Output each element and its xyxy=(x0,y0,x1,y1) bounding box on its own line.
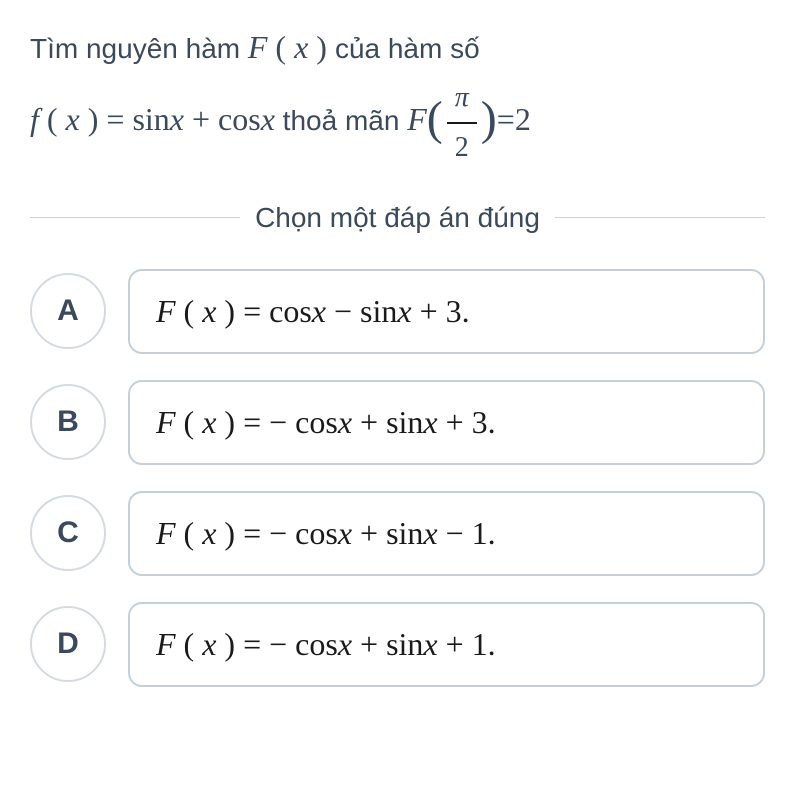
option-d-row: D F ( x ) = − cosx + sinx + 1. xyxy=(30,602,765,687)
option-b-content[interactable]: F ( x ) = − cosx + sinx + 3. xyxy=(128,380,765,465)
q-prefix: Tìm nguyên hàm xyxy=(30,33,248,64)
option-d-content[interactable]: F ( x ) = − cosx + sinx + 1. xyxy=(128,602,765,687)
question-line2: f ( x ) = sinx + cosx thoả mãn F ( π2 ) … xyxy=(30,105,531,136)
q-eq1: = xyxy=(106,101,124,137)
q-mid: thoả mãn xyxy=(275,105,407,136)
q-x3: x xyxy=(170,101,184,137)
q-x2: x xyxy=(66,101,80,137)
q-sinx: sin xyxy=(124,101,169,137)
q-eq2: = xyxy=(497,101,515,137)
divider-right xyxy=(555,217,765,218)
question-line1: Tìm nguyên hàm F ( x ) của hàm số xyxy=(30,33,480,64)
q-x4: x xyxy=(261,101,275,137)
option-a-content[interactable]: F ( x ) = cosx − sinx + 3. xyxy=(128,269,765,354)
q-suffix: của hàm số xyxy=(335,33,480,64)
divider-left xyxy=(30,217,240,218)
option-d-letter[interactable]: D xyxy=(30,606,106,682)
q-bigparen1: ( xyxy=(427,78,443,160)
q-plus: + xyxy=(184,101,218,137)
question-text: Tìm nguyên hàm F ( x ) của hàm số f ( x … xyxy=(30,20,765,172)
option-b-row: B F ( x ) = − cosx + sinx + 3. xyxy=(30,380,765,465)
q-paren3: ( xyxy=(39,101,66,137)
q-paren1: ( xyxy=(267,29,294,65)
option-a-row: A F ( x ) = cosx − sinx + 3. xyxy=(30,269,765,354)
q-pi: π xyxy=(447,74,477,124)
option-b-letter[interactable]: B xyxy=(30,384,106,460)
option-a-letter[interactable]: A xyxy=(30,273,106,349)
q-val2: 2 xyxy=(515,101,531,137)
q-cos: cos xyxy=(218,101,261,137)
option-c-letter[interactable]: C xyxy=(30,495,106,571)
q-F2: F xyxy=(407,101,427,137)
option-c-row: C F ( x ) = − cosx + sinx − 1. xyxy=(30,491,765,576)
q-bigparen2: ) xyxy=(481,78,497,160)
q-f: f xyxy=(30,101,39,137)
q-paren4: ) xyxy=(80,101,107,137)
q-F: F xyxy=(248,29,268,65)
q-paren2: ) xyxy=(308,29,335,65)
q-x1: x xyxy=(294,29,308,65)
instruction-text: Chọn một đáp án đúng xyxy=(240,202,555,234)
q-two: 2 xyxy=(447,124,477,172)
instruction-row: Chọn một đáp án đúng xyxy=(30,202,765,234)
option-c-content[interactable]: F ( x ) = − cosx + sinx − 1. xyxy=(128,491,765,576)
q-fraction: π2 xyxy=(447,74,477,171)
